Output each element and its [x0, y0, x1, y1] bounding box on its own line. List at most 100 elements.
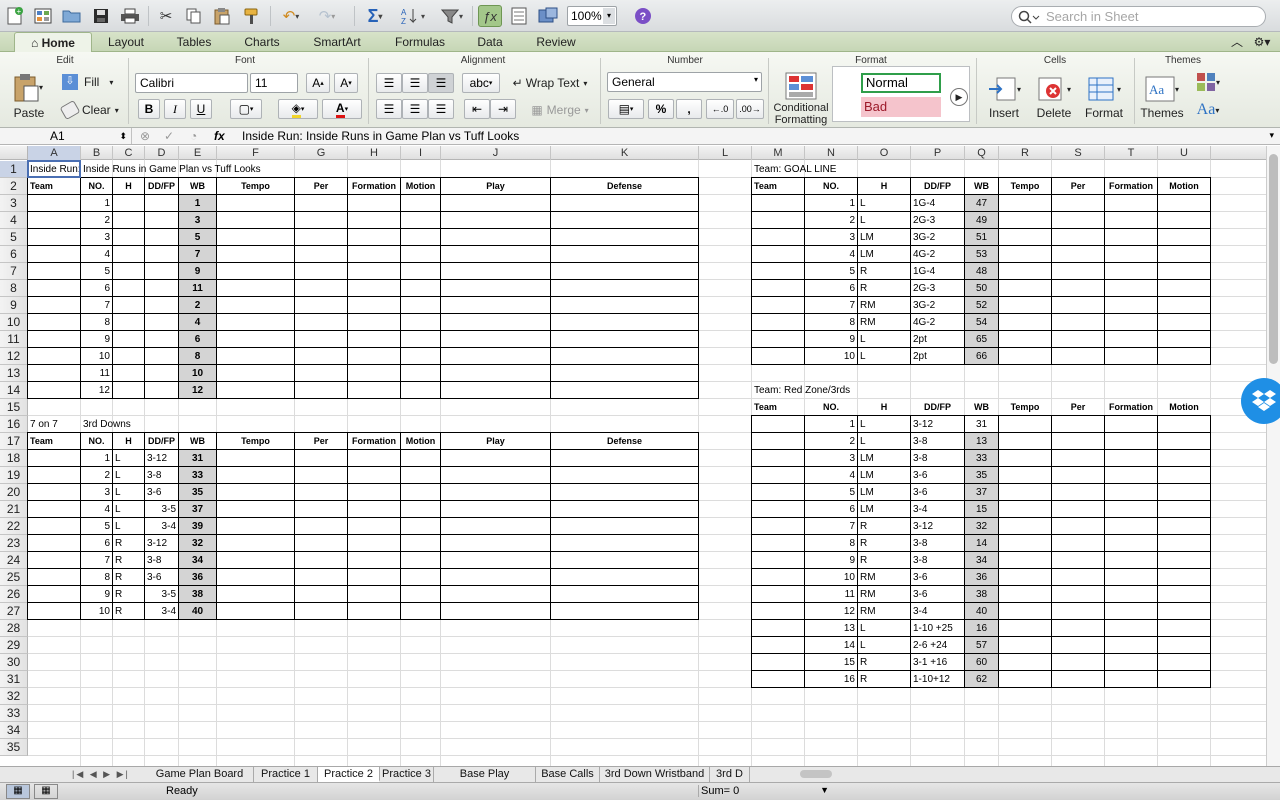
align-left-icon[interactable]: ☰: [376, 99, 402, 119]
tab-charts[interactable]: Charts: [232, 32, 292, 52]
save-icon[interactable]: [90, 5, 112, 27]
theme-fonts-icon[interactable]: Aa ▾: [1192, 98, 1224, 122]
row-header[interactable]: 17: [0, 433, 28, 450]
vertical-scrollbar[interactable]: [1266, 146, 1280, 766]
column-header-o[interactable]: O: [858, 146, 911, 160]
font-color-icon[interactable]: A ▾: [322, 99, 362, 119]
column-header-d[interactable]: D: [145, 146, 179, 160]
column-header-t[interactable]: T: [1105, 146, 1158, 160]
toolbox-icon[interactable]: [508, 5, 530, 27]
column-header-s[interactable]: S: [1052, 146, 1105, 160]
cut-icon[interactable]: ✂: [154, 5, 178, 27]
row-header[interactable]: 1: [0, 161, 28, 178]
expand-formula-icon[interactable]: ▾: [1269, 130, 1274, 141]
undo-icon[interactable]: ↶ ▾: [276, 5, 306, 27]
increase-font-icon[interactable]: A ▴: [306, 73, 330, 93]
tab-layout[interactable]: Layout: [96, 32, 156, 52]
normal-view-icon[interactable]: ▦: [6, 784, 30, 799]
delete-button[interactable]: Delete: [1032, 106, 1076, 120]
column-header-g[interactable]: G: [295, 146, 348, 160]
cancel-icon[interactable]: ⊗: [140, 129, 150, 143]
row-header[interactable]: 31: [0, 671, 28, 688]
page-layout-view-icon[interactable]: ▦: [34, 784, 58, 799]
theme-colors-icon[interactable]: ▾: [1192, 70, 1224, 94]
paste-icon[interactable]: [210, 5, 234, 27]
row-header[interactable]: 27: [0, 603, 28, 620]
font-name-select[interactable]: Calibri: [135, 73, 248, 93]
merge-button[interactable]: ▦ Merge ▾: [524, 101, 596, 119]
percent-button[interactable]: %: [648, 99, 674, 119]
function-wizard-icon[interactable]: ◔: [190, 129, 197, 143]
row-header[interactable]: 7: [0, 263, 28, 280]
formula-input[interactable]: Inside Run: Inside Runs in Game Plan vs …: [242, 128, 519, 144]
open-icon[interactable]: [60, 5, 84, 27]
row-header[interactable]: 35: [0, 739, 28, 756]
align-right-icon[interactable]: ☰: [428, 99, 454, 119]
sheet-tab[interactable]: 3rd Down Wristband: [600, 767, 710, 782]
row-header[interactable]: 3: [0, 195, 28, 212]
row-header[interactable]: 9: [0, 297, 28, 314]
column-header-h[interactable]: H: [348, 146, 401, 160]
formula-builder-icon[interactable]: ƒx: [478, 5, 502, 27]
select-all-corner[interactable]: [0, 146, 28, 160]
row-header[interactable]: 23: [0, 535, 28, 552]
sheet-tab[interactable]: Practice 1: [254, 767, 318, 782]
row-header[interactable]: 14: [0, 382, 28, 399]
tab-smartart[interactable]: SmartArt: [300, 32, 374, 52]
decrease-decimal-icon[interactable]: .00→: [736, 99, 764, 119]
row-header[interactable]: 8: [0, 280, 28, 297]
name-box[interactable]: A1 ⬍: [0, 128, 132, 144]
row-header[interactable]: 26: [0, 586, 28, 603]
ribbon-settings-icon[interactable]: ⚙▾: [1250, 32, 1274, 52]
clear-button[interactable]: Clear ▾: [59, 99, 122, 121]
fill-color-icon[interactable]: ◈ ▾: [278, 99, 318, 119]
row-header[interactable]: 25: [0, 569, 28, 586]
search-field[interactable]: Search in Sheet: [1011, 6, 1266, 27]
paste-icon[interactable]: ▾: [8, 72, 48, 102]
column-header-q[interactable]: Q: [965, 146, 999, 160]
themes-button[interactable]: Themes: [1140, 106, 1184, 120]
column-header-r[interactable]: R: [999, 146, 1052, 160]
column-header-u[interactable]: U: [1158, 146, 1211, 160]
print-icon[interactable]: [118, 5, 142, 27]
horizontal-scroll-thumb[interactable]: [800, 770, 832, 778]
sheet-tab[interactable]: Game Plan Board: [146, 767, 254, 782]
new-workbook-icon[interactable]: +: [4, 5, 26, 27]
increase-decimal-icon[interactable]: ←.0: [706, 99, 734, 119]
sheet-tab[interactable]: Practice 2: [318, 767, 380, 782]
conditional-formatting-button[interactable]: Conditional: [770, 102, 832, 114]
wrap-text-button[interactable]: ↵ Wrap Text ▾: [506, 73, 594, 93]
tab-formulas[interactable]: Formulas: [384, 32, 456, 52]
status-sum[interactable]: Sum= 0 ▼: [698, 785, 833, 797]
underline-button[interactable]: U: [190, 99, 212, 119]
align-middle-icon[interactable]: ☰: [402, 73, 428, 93]
borders-icon[interactable]: ▢ ▾: [230, 99, 262, 119]
collapse-ribbon-icon[interactable]: ︿: [1228, 32, 1246, 52]
row-header[interactable]: 24: [0, 552, 28, 569]
insert-button[interactable]: Insert: [980, 106, 1028, 120]
row-header[interactable]: 6: [0, 246, 28, 263]
column-header-i[interactable]: I: [401, 146, 441, 160]
row-header[interactable]: 30: [0, 654, 28, 671]
row-header[interactable]: 11: [0, 331, 28, 348]
bold-button[interactable]: B: [138, 99, 160, 119]
row-header[interactable]: 16: [0, 416, 28, 433]
column-header-a[interactable]: A: [28, 146, 81, 160]
style-normal[interactable]: Normal: [861, 73, 941, 93]
enter-icon[interactable]: ✓: [164, 129, 174, 143]
dropbox-icon[interactable]: [1241, 378, 1280, 424]
column-header-n[interactable]: N: [805, 146, 858, 160]
column-header-l[interactable]: L: [699, 146, 752, 160]
help-icon[interactable]: ?: [632, 5, 654, 27]
column-header-e[interactable]: E: [179, 146, 217, 160]
row-header[interactable]: 28: [0, 620, 28, 637]
tab-review[interactable]: Review: [526, 32, 586, 52]
row-header[interactable]: 22: [0, 518, 28, 535]
row-header[interactable]: 29: [0, 637, 28, 654]
row-header[interactable]: 34: [0, 722, 28, 739]
row-header[interactable]: 12: [0, 348, 28, 365]
tab-tables[interactable]: Tables: [164, 32, 224, 52]
paste-button[interactable]: Paste: [8, 105, 50, 121]
decrease-font-icon[interactable]: A ▾: [334, 73, 358, 93]
zoom-select[interactable]: ▾ 100%: [567, 6, 617, 26]
